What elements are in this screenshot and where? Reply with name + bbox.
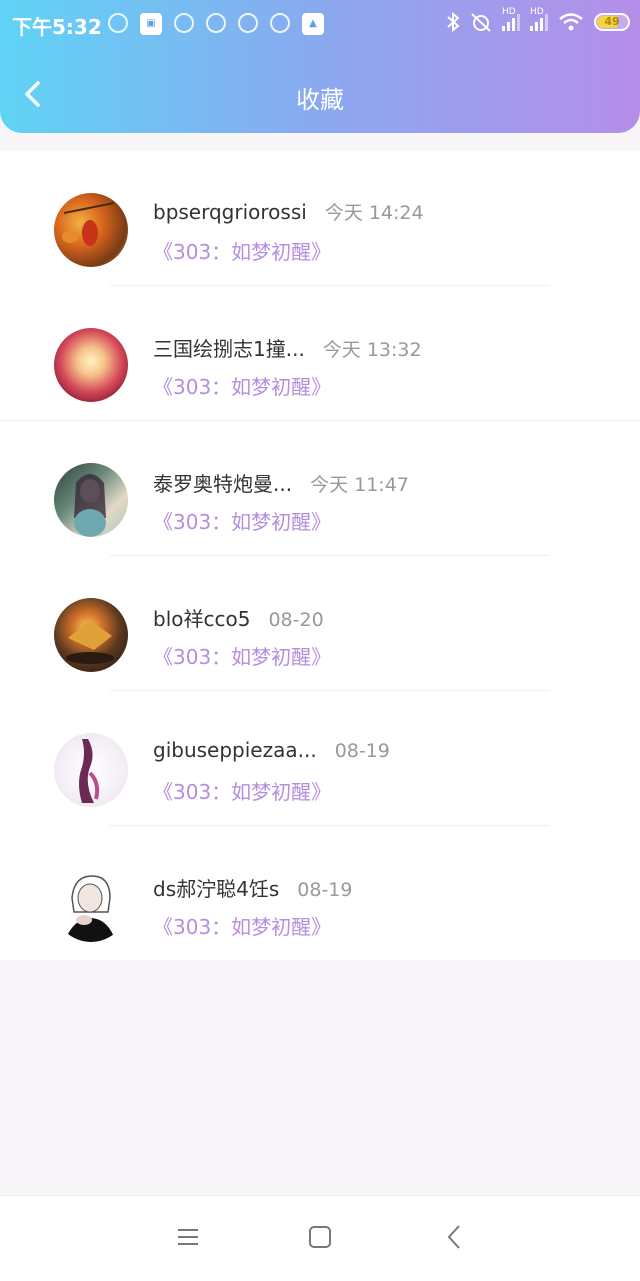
- battery-level: 49: [604, 15, 620, 28]
- alarm-off-icon: [471, 13, 491, 32]
- wifi-icon: [559, 13, 583, 31]
- username: ds郝泞聪4饪s: [153, 877, 280, 901]
- notification-app-icon: [238, 13, 258, 33]
- user-avatar[interactable]: [54, 868, 128, 942]
- notification-app-icon: [108, 13, 128, 33]
- notification-prism-icon: ▲: [302, 13, 324, 35]
- book-title[interactable]: 《303：如梦初醒》: [153, 371, 331, 400]
- username: gibuseppiezaa...: [153, 738, 317, 762]
- header: 下午5:32 ▣ ▲ HD HD 49 收藏: [0, 0, 640, 133]
- list-item[interactable]: 泰罗奥特炮曼... 今天 11:47 《303：如梦初醒》: [0, 421, 640, 556]
- user-avatar[interactable]: [54, 598, 128, 672]
- back-nav-icon[interactable]: [440, 1222, 470, 1252]
- system-navigation-bar: [0, 1195, 640, 1281]
- user-avatar[interactable]: [54, 463, 128, 537]
- book-title[interactable]: 《303：如梦初醒》: [153, 506, 331, 535]
- username: 三国绘捌志1撞...: [153, 337, 305, 361]
- list-item[interactable]: blo祥cco5 08-20 《303：如梦初醒》: [0, 556, 640, 691]
- list-item[interactable]: bpserqgriorossi 今天 14:24 《303：如梦初醒》: [0, 151, 640, 286]
- book-title[interactable]: 《303：如梦初醒》: [153, 641, 331, 670]
- home-icon[interactable]: [305, 1222, 335, 1252]
- book-title[interactable]: 《303：如梦初醒》: [153, 776, 331, 805]
- status-time: 下午5:32: [12, 15, 102, 39]
- timestamp: 08-19: [297, 879, 353, 901]
- menu-icon[interactable]: [173, 1222, 203, 1252]
- user-avatar[interactable]: [54, 328, 128, 402]
- status-bar: 下午5:32 ▣ ▲ HD HD 49: [0, 0, 640, 50]
- notification-app-icon: [174, 13, 194, 33]
- timestamp: 今天 11:47: [310, 474, 409, 496]
- favorites-list: bpserqgriorossi 今天 14:24 《303：如梦初醒》 三国绘捌…: [0, 151, 640, 960]
- network-type: HD: [502, 7, 516, 17]
- notification-box-icon: ▣: [140, 13, 162, 35]
- list-item[interactable]: 三国绘捌志1撞... 今天 13:32 《303：如梦初醒》: [0, 286, 640, 421]
- book-title[interactable]: 《303：如梦初醒》: [153, 911, 331, 940]
- notification-app-icon: [206, 13, 226, 33]
- notification-app-icon: [270, 13, 290, 33]
- timestamp: 今天 13:32: [322, 339, 422, 361]
- system-status: HD HD 49: [446, 7, 630, 32]
- timestamp: 08-20: [268, 609, 324, 631]
- list-item[interactable]: gibuseppiezaa... 08-19 《303：如梦初醒》: [0, 691, 640, 826]
- username: bpserqgriorossi: [153, 200, 307, 224]
- cell-signal-1: HD: [502, 7, 520, 31]
- page-title: 收藏: [296, 86, 344, 114]
- notification-icons: ▣ ▲: [108, 13, 324, 35]
- book-title[interactable]: 《303：如梦初醒》: [153, 236, 331, 265]
- user-avatar[interactable]: [54, 733, 128, 807]
- timestamp: 今天 14:24: [324, 202, 424, 224]
- cell-signal-2: HD: [530, 7, 548, 31]
- battery-icon: 49: [594, 13, 630, 31]
- bluetooth-icon: [447, 12, 460, 32]
- username: blo祥cco5: [153, 607, 251, 631]
- network-type: HD: [530, 7, 544, 17]
- timestamp: 08-19: [334, 740, 390, 762]
- user-avatar[interactable]: [54, 193, 128, 267]
- list-item[interactable]: ds郝泞聪4饪s 08-19 《303：如梦初醒》: [0, 826, 640, 960]
- username: 泰罗奥特炮曼...: [153, 472, 293, 496]
